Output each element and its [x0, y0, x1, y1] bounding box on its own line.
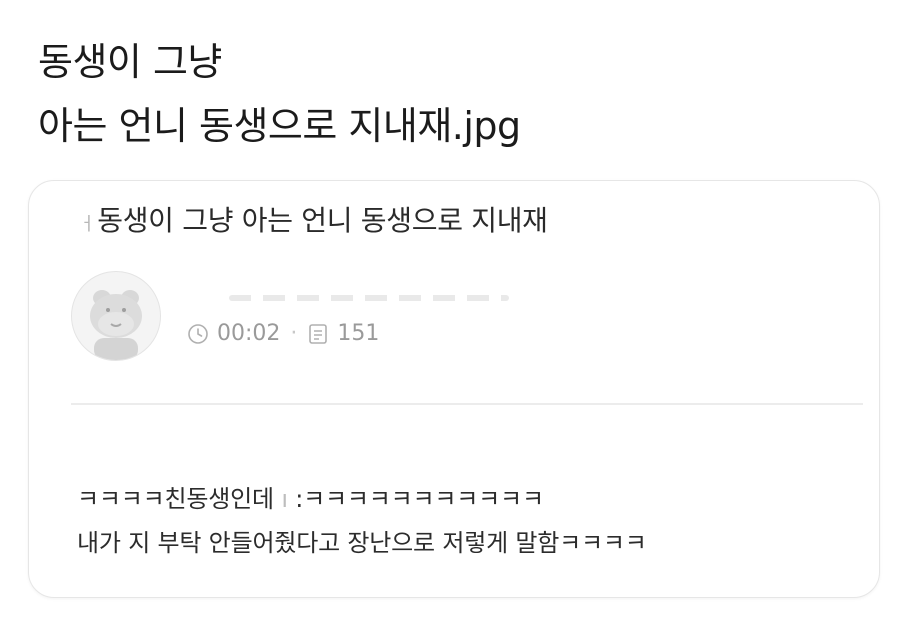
- author-name-redacted: [229, 295, 509, 301]
- post-views: 151: [337, 321, 380, 346]
- post-card[interactable]: ㅓ동생이 그냥 아는 언니 동생으로 지내재 00:02 · 151 ㅋㅋㅋㅋ친…: [28, 180, 880, 598]
- headline-line-1: 동생이 그냥: [38, 40, 222, 84]
- post-headline: 동생이 그냥 아는 언니 동생으로 지내재.jpg: [38, 30, 878, 158]
- post-meta: 00:02 · 151: [187, 321, 379, 346]
- post-title-text: 동생이 그냥 아는 언니 동생으로 지내재: [97, 204, 548, 237]
- post-time: 00:02: [217, 321, 281, 346]
- clock-icon: [187, 323, 209, 345]
- document-icon: [307, 323, 329, 345]
- headline-line-2: 아는 언니 동생으로 지내재.jpg: [38, 104, 521, 148]
- meta-separator: ·: [290, 321, 298, 346]
- post-body: ㅋㅋㅋㅋ친동생인데 ı :ㅋㅋㅋㅋㅋㅋㅋㅋㅋㅋㅋ 내가 지 부탁 안들어줬다고 …: [77, 477, 647, 565]
- post-title-cut: ㅓ: [79, 214, 96, 235]
- post-title[interactable]: ㅓ동생이 그냥 아는 언니 동생으로 지내재: [79, 201, 548, 245]
- post-body-line-1: ㅋㅋㅋㅋ친동생인데 ı :ㅋㅋㅋㅋㅋㅋㅋㅋㅋㅋㅋ: [77, 477, 647, 521]
- hippo-avatar-icon: [90, 290, 142, 360]
- post-body-line-1-a: ㅋㅋㅋㅋ친동생인데: [77, 485, 282, 513]
- divider: [71, 403, 863, 405]
- post-body-line-2: 내가 지 부탁 안들어줬다고 장난으로 저렇게 말함ㅋㅋㅋㅋ: [77, 529, 647, 557]
- post-body-line-1-b: :ㅋㅋㅋㅋㅋㅋㅋㅋㅋㅋㅋ: [287, 485, 544, 513]
- avatar[interactable]: [71, 271, 161, 361]
